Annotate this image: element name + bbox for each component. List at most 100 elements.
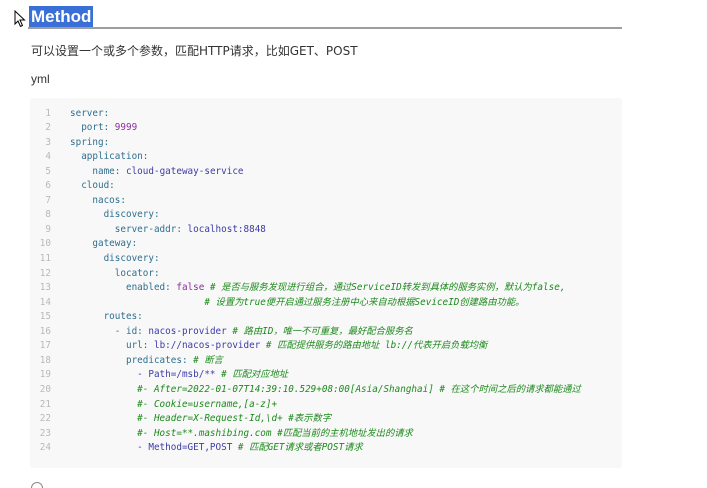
line-number: 22 [39, 413, 51, 425]
code-text: nacos: [70, 194, 126, 209]
code-token: # 匹配对应地址 [221, 369, 289, 381]
section-description: 可以设置一个或多个参数，匹配HTTP请求，比如GET、POST [31, 44, 358, 58]
code-token: # 设置为true便开启通过服务注册中心来自动根据SeviceID创建路由功能。 [70, 296, 525, 308]
partial-circle-icon [31, 482, 43, 488]
code-token: name: [70, 165, 126, 177]
code-token: # 断言 [193, 354, 223, 366]
code-token: localhost:8848 [187, 223, 266, 235]
code-token: 9999 [114, 122, 138, 134]
code-line: 4 application: [30, 150, 622, 165]
code-token: enabled: [70, 282, 177, 294]
code-token: # 路由ID，唯一不可重复，最好配合服务名 [226, 325, 413, 337]
line-number: 15 [39, 311, 51, 323]
mouse-cursor-icon [14, 10, 26, 28]
line-number: 6 [45, 180, 51, 192]
code-text: url: lb://nacos-provider # 匹配提供服务的路由地址 l… [70, 339, 487, 354]
code-line: 24 - Method=GET,POST # 匹配GET请求或者POST请求 [30, 441, 622, 456]
code-token: application: [70, 151, 149, 163]
section-heading: Method [29, 6, 94, 28]
line-number: 23 [39, 427, 51, 439]
code-line: 14 # 设置为true便开启通过服务注册中心来自动根据SeviceID创建路由… [30, 296, 622, 311]
code-line: 13 enabled: false # 是否与服务发现进行组合，通过Servic… [30, 281, 622, 296]
code-line: 15 routes: [30, 310, 622, 325]
line-number: 13 [39, 282, 51, 294]
code-text: # 设置为true便开启通过服务注册中心来自动根据SeviceID创建路由功能。 [70, 296, 524, 311]
code-token: #- Cookie=username,[a-z]+ [70, 398, 278, 410]
line-number: 11 [39, 253, 51, 264]
code-line: 10 gateway: [30, 237, 622, 252]
code-line: 22 #- Header=X-Request-Id,\d+ #表示数字 [30, 412, 622, 427]
code-token: nacos: [70, 194, 126, 206]
code-line: 23 #- Host=**.mashibing.com #匹配当前的主机地址发出… [30, 427, 622, 442]
code-token: predicates: [70, 354, 194, 366]
code-text: cloud: [70, 179, 115, 194]
code-text: enabled: false # 是否与服务发现进行组合，通过ServiceID… [70, 281, 565, 296]
code-line: 7 nacos: [30, 194, 622, 209]
code-line: 16 - id: nacos-provider # 路由ID，唯一不可重复，最好… [30, 325, 622, 340]
code-line: 1 server: [30, 107, 622, 122]
code-token: discovery: [70, 209, 160, 221]
line-number: 9 [45, 223, 51, 235]
code-text: locator: [70, 267, 160, 282]
code-token: false [176, 282, 205, 294]
code-token: lb://nacos-provider [153, 340, 261, 352]
code-line: 17 url: lb://nacos-provider # 匹配提供服务的路由地… [30, 339, 622, 354]
code-line: 20 #- After=2022-01-07T14:39:10.529+08:0… [30, 383, 622, 398]
code-text: - Path=/msb/** # 匹配对应地址 [70, 368, 288, 383]
code-text: #- Cookie=username,[a-z]+ [70, 398, 277, 413]
line-number: 2 [45, 122, 51, 134]
line-number: 17 [39, 340, 51, 352]
code-text: spring: [70, 136, 109, 151]
code-token: #- After=2022-01-07T14:39:10.529+08:00[A… [70, 383, 581, 395]
code-token: #- Header=X-Request-Id,\d+ #表示数字 [70, 413, 332, 425]
code-token: locator: [70, 267, 160, 279]
code-line: 11 discovery: [30, 252, 622, 267]
code-token: # 匹配GET请求或者POST请求 [237, 442, 363, 454]
code-token: routes: [70, 311, 143, 323]
code-text: predicates: # 断言 [70, 354, 223, 369]
line-number: 10 [39, 238, 51, 250]
code-line: 21 #- Cookie=username,[a-z]+ [30, 398, 622, 413]
code-text: #- After=2022-01-07T14:39:10.529+08:00[A… [70, 383, 581, 398]
heading-divider [28, 27, 622, 29]
code-text: discovery: [70, 208, 160, 223]
code-token: cloud-gateway-service [125, 165, 244, 177]
code-line: 2 port: 9999 [30, 121, 622, 136]
code-block[interactable]: 1 server: 2 port: 9999 3 spring: 4 applicatio… [30, 98, 622, 468]
code-line: 5 name: cloud-gateway-service [30, 165, 622, 180]
code-token: - id: [70, 325, 149, 337]
code-text: name: cloud-gateway-service [70, 165, 244, 180]
code-token: server-addr: [70, 223, 188, 235]
line-number: 7 [45, 194, 51, 206]
code-text: - id: nacos-provider # 路由ID，唯一不可重复，最好配合服… [70, 325, 413, 340]
code-text: server: [70, 107, 109, 122]
line-number: 19 [39, 369, 51, 381]
code-token: spring: [70, 136, 110, 148]
code-token: # 匹配提供服务的路由地址 lb://代表开启负载均衡 [260, 340, 488, 352]
line-number: 14 [39, 296, 51, 308]
code-token: # 是否与服务发现进行组合，通过ServiceID转发到具体的服务实例，默认为f… [204, 282, 566, 294]
code-text: #- Header=X-Request-Id,\d+ #表示数字 [70, 412, 331, 427]
code-text: discovery: [70, 252, 160, 267]
line-number: 1 [45, 107, 51, 119]
line-number: 12 [39, 267, 51, 279]
code-token: - Method=GET,POST [70, 442, 238, 454]
code-line: 19 - Path=/msb/** # 匹配对应地址 [30, 368, 622, 383]
code-language-label: yml [31, 72, 50, 86]
code-text: application: [70, 150, 148, 165]
code-token: port: [70, 122, 115, 134]
line-number: 8 [45, 209, 51, 221]
code-text: server-addr: localhost:8848 [70, 223, 266, 238]
code-token: gateway: [70, 238, 138, 250]
line-number: 24 [39, 442, 51, 454]
code-token: url: [70, 340, 154, 352]
line-number: 5 [45, 165, 51, 177]
line-number: 16 [39, 325, 51, 337]
line-number: 21 [39, 398, 51, 410]
code-line: 6 cloud: [30, 179, 622, 194]
code-token: #- Host=**.mashibing.com #匹配当前的主机地址发出的请求 [70, 427, 413, 439]
line-number: 4 [45, 151, 51, 163]
code-token: cloud: [70, 180, 115, 192]
code-line: 9 server-addr: localhost:8848 [30, 223, 622, 238]
line-number: 18 [39, 354, 51, 366]
